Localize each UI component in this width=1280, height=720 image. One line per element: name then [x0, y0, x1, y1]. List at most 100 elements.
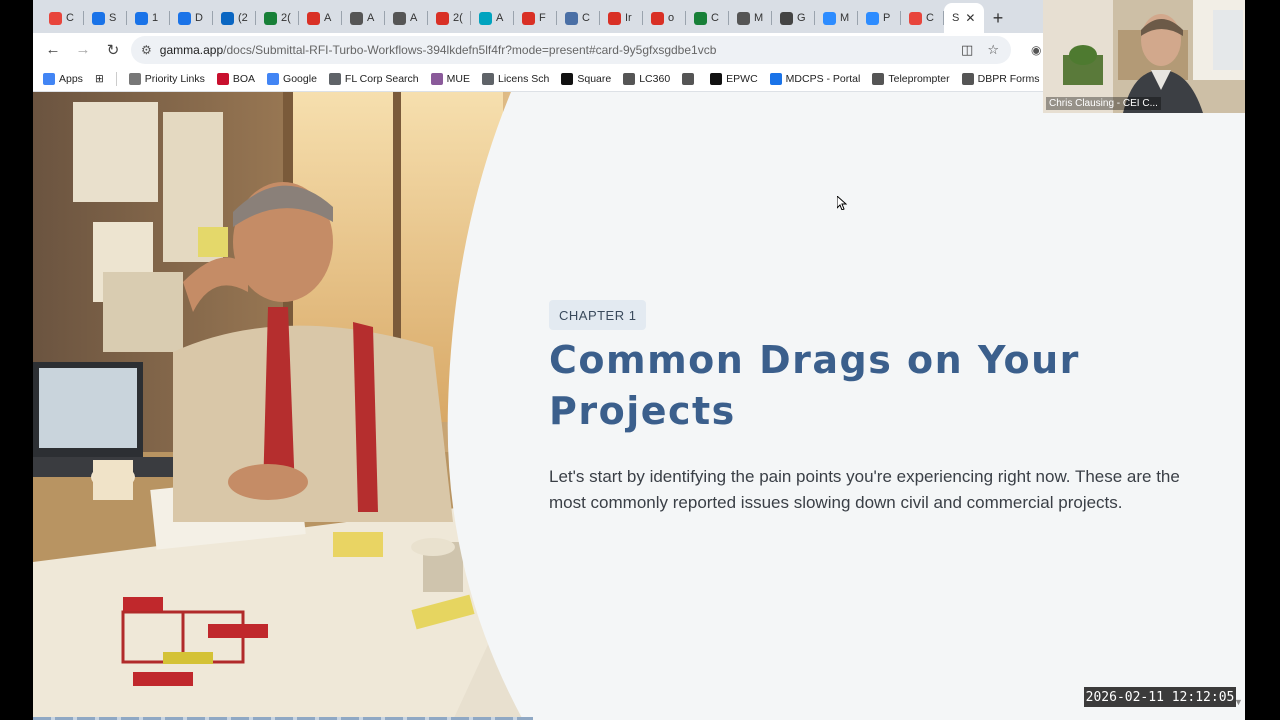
browser-tab[interactable]: C: [41, 3, 84, 33]
browser-tab[interactable]: P: [858, 3, 901, 33]
browser-tab[interactable]: C: [901, 3, 944, 33]
bookmark-item[interactable]: EPWC: [710, 72, 758, 85]
tab-favicon-icon: [565, 11, 578, 25]
tab-favicon-icon: [608, 11, 621, 25]
tab-favicon-icon: [780, 11, 793, 25]
bookmark-item[interactable]: [682, 72, 698, 85]
bookmark-item[interactable]: Priority Links: [128, 72, 205, 85]
tab-title: S: [952, 12, 960, 24]
back-button[interactable]: ←: [41, 38, 65, 62]
bookmark-item[interactable]: MUE: [430, 72, 470, 85]
tab-title: A: [496, 12, 504, 24]
tab-title: C: [66, 12, 74, 24]
bookmark-item[interactable]: Licens Sch: [481, 72, 549, 85]
bookmark-item[interactable]: Teleprompter: [872, 72, 950, 85]
new-tab-button[interactable]: +: [984, 3, 1012, 33]
browser-tab[interactable]: S: [84, 3, 127, 33]
tab-groups-icon[interactable]: ⊞: [95, 73, 104, 85]
tab-title: o: [668, 12, 675, 24]
globe-icon: [682, 72, 695, 85]
page-icon: [481, 72, 494, 85]
tab-title: Ir: [625, 12, 632, 24]
tab-title: C: [711, 12, 719, 24]
tab-title: M: [754, 12, 764, 24]
tab-favicon-icon: [651, 11, 664, 25]
browser-tab[interactable]: G: [772, 3, 815, 33]
tab-title: C: [582, 12, 590, 24]
bookmark-item[interactable]: Square: [561, 72, 611, 85]
mouse-cursor-icon: [837, 196, 847, 210]
tab-favicon-icon: [221, 11, 234, 25]
browser-tab[interactable]: 2(: [256, 3, 299, 33]
install-app-icon[interactable]: ◫: [961, 42, 973, 58]
tab-favicon-icon: [393, 11, 406, 25]
browser-tab[interactable]: o: [643, 3, 686, 33]
extension-icon[interactable]: ◉: [1031, 43, 1041, 57]
bookmark-label: Teleprompter: [888, 72, 950, 85]
tab-title: 2(: [281, 12, 291, 24]
bookmark-label: LC360: [639, 72, 671, 85]
bookmark-item[interactable]: Apps: [43, 72, 83, 85]
tab-title: C: [926, 12, 934, 24]
chapter-badge: CHAPTER 1: [549, 300, 647, 330]
tab-favicon-icon: [436, 11, 449, 25]
browser-tab[interactable]: C: [686, 3, 729, 33]
close-tab-icon[interactable]: ✕: [965, 11, 975, 25]
browser-tab[interactable]: D: [170, 3, 213, 33]
bookmark-item[interactable]: FL Corp Search: [328, 72, 419, 85]
tab-favicon-icon: [307, 11, 320, 25]
bookmarks-separator: [115, 71, 117, 86]
tab-title: A: [324, 12, 332, 24]
url-path: /docs/Submittal-RFI-Turbo-Workflows-394l…: [223, 42, 717, 57]
site-settings-icon[interactable]: ⚙: [141, 43, 152, 57]
bookmark-item[interactable]: Google: [267, 72, 317, 85]
globe-icon: [623, 72, 636, 85]
tab-favicon-icon: [92, 11, 105, 25]
browser-tab[interactable]: (2: [213, 3, 256, 33]
browser-tab[interactable]: F: [514, 3, 557, 33]
bookmark-item[interactable]: LC360: [623, 72, 671, 85]
folder-icon: [128, 72, 141, 85]
browser-tab[interactable]: M: [729, 3, 772, 33]
tab-favicon-icon: [694, 11, 707, 25]
browser-tab[interactable]: A: [471, 3, 514, 33]
tab-favicon-icon: [178, 11, 191, 25]
scroll-down-icon[interactable]: ▼: [1234, 697, 1243, 707]
bookmark-item[interactable]: DBPR Forms: [961, 72, 1040, 85]
apps-icon: [43, 72, 55, 85]
google-icon: [267, 72, 280, 85]
forward-button[interactable]: →: [71, 38, 95, 62]
browser-tab[interactable]: 1: [127, 3, 170, 33]
bookmark-label: MUE: [446, 72, 470, 85]
tab-favicon-icon: [135, 11, 148, 25]
webcam-overlay: Chris Clausing - CEI C...: [1043, 0, 1245, 113]
tab-title: P: [883, 12, 891, 24]
tab-favicon-icon: [264, 11, 277, 25]
slide-photo: [33, 92, 533, 720]
bookmark-item[interactable]: BOA: [216, 72, 255, 85]
globe-icon: [961, 72, 974, 85]
browser-tab[interactable]: C: [557, 3, 600, 33]
bookmark-star-icon[interactable]: ☆: [987, 42, 999, 58]
bookmark-item[interactable]: MDCPS - Portal: [769, 72, 860, 85]
browser-tab[interactable]: A: [385, 3, 428, 33]
tab-title: S: [109, 12, 117, 24]
shield-icon: [769, 72, 782, 85]
browser-tab[interactable]: 2(: [428, 3, 471, 33]
bookmark-label: DBPR Forms: [977, 72, 1040, 85]
recording-timestamp: 2026-02-11 12:12:05: [1084, 687, 1236, 707]
reload-button[interactable]: ↻: [101, 38, 125, 62]
tab-title: G: [797, 12, 806, 24]
active-browser-tab[interactable]: S ✕: [944, 3, 984, 33]
browser-tab[interactable]: A: [299, 3, 342, 33]
slide-title: Common Drags on Your Projects: [549, 338, 1080, 433]
browser-tab[interactable]: Ir: [600, 3, 643, 33]
tab-title: 1: [152, 12, 159, 24]
square-icon: [710, 72, 723, 85]
bookmark-label: Apps: [59, 72, 83, 85]
tab-title: A: [367, 12, 375, 24]
browser-tab[interactable]: M: [815, 3, 858, 33]
tab-favicon-icon: [866, 11, 879, 25]
address-bar[interactable]: ⚙ gamma.app/docs/Submittal-RFI-Turbo-Wor…: [131, 35, 1011, 64]
browser-tab[interactable]: A: [342, 3, 385, 33]
